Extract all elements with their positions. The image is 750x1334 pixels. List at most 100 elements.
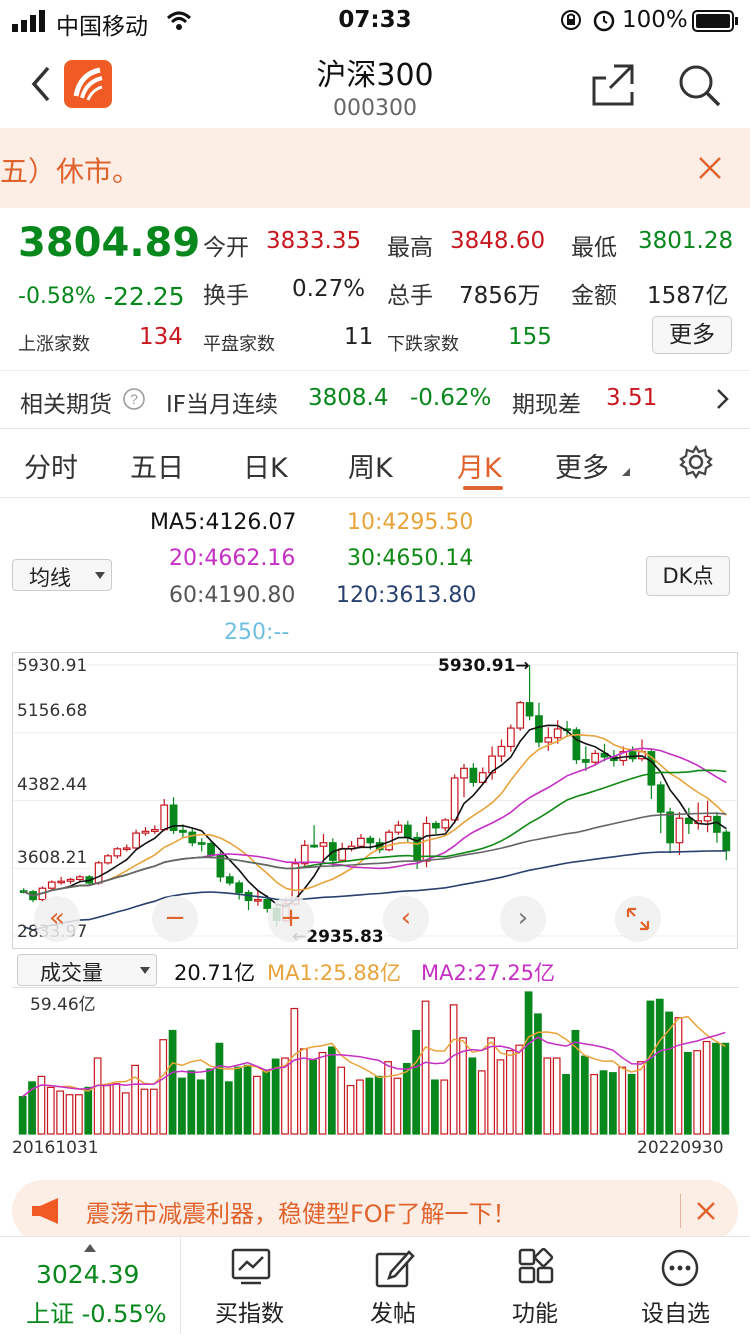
ma10-value: 10:4295.50 <box>347 510 474 535</box>
chevron-right-icon <box>717 389 729 409</box>
scroll-start-button[interactable]: « <box>34 896 80 942</box>
more-button[interactable]: 更多 <box>652 316 732 354</box>
triangle-down-icon <box>622 468 630 476</box>
basis-label: 期现差 <box>512 392 581 418</box>
y-tick-label: 3608.21 <box>17 848 88 868</box>
candle-body <box>422 822 431 862</box>
candle-body <box>460 767 468 779</box>
volume-indicator-selector[interactable]: 成交量 <box>17 954 157 986</box>
candle-body <box>47 881 56 889</box>
decliners-value: 155 <box>508 324 552 350</box>
buy-index-icon[interactable] <box>231 1248 271 1286</box>
candle-body <box>254 898 262 902</box>
close-icon[interactable] <box>696 1201 716 1221</box>
scroll-right-button[interactable]: › <box>500 896 546 942</box>
volume-bar <box>468 1057 477 1135</box>
volume-bar <box>524 991 533 1135</box>
search-icon[interactable] <box>676 62 722 108</box>
zoom-in-button[interactable]: + <box>268 896 314 942</box>
candle-body <box>76 876 84 881</box>
volume-bar <box>356 1079 364 1135</box>
volume-bar <box>712 1042 720 1135</box>
ma30-value: 30:4650.14 <box>347 546 474 571</box>
volume-bar <box>46 1086 55 1135</box>
zoom-out-button[interactable]: − <box>152 896 198 942</box>
volume-bar <box>337 1066 346 1135</box>
candle-body <box>497 745 506 757</box>
volume-bar <box>262 1070 271 1135</box>
candle-body <box>544 737 553 743</box>
dk-point-button[interactable]: DK点 <box>646 556 730 596</box>
related-futures-row[interactable]: 相关期货 ? IF当月连续 3808.4 -0.62% 期现差 3.51 <box>0 370 750 426</box>
volume-bar <box>84 1086 93 1135</box>
tab-weekly-k[interactable]: 周K <box>348 446 393 485</box>
battery-icon <box>692 10 738 32</box>
volume-bar <box>365 1077 374 1135</box>
candle-body <box>225 876 234 884</box>
share-icon[interactable] <box>590 62 636 108</box>
volume-bar <box>93 1057 102 1135</box>
candle-body <box>319 842 328 847</box>
candle-body <box>450 777 459 821</box>
volume-bar <box>618 1066 627 1135</box>
shanghai-index-change[interactable]: 上证 -0.55% <box>26 1294 167 1329</box>
promo-banner[interactable]: 震荡市减震利器，稳健型FOF了解一下！ <box>12 1180 738 1242</box>
bottom-nav-add-watchlist[interactable]: 设自选 <box>641 1294 710 1328</box>
candle-body <box>310 844 318 848</box>
bottom-nav-buy-index[interactable]: 买指数 <box>215 1294 284 1328</box>
close-icon[interactable] <box>698 156 722 180</box>
tab-five-day[interactable]: 五日 <box>130 446 184 485</box>
volume-bar <box>384 1061 392 1135</box>
tab-monthly-k[interactable]: 月K <box>457 446 502 485</box>
apps-icon[interactable] <box>518 1248 556 1286</box>
volume-bar <box>178 1077 186 1135</box>
candle-body <box>553 728 562 739</box>
tab-daily-k[interactable]: 日K <box>243 446 288 485</box>
candle-body <box>104 855 112 864</box>
volume-bar <box>431 1079 439 1135</box>
volume-bar <box>562 1073 570 1135</box>
volume-bar <box>299 1048 308 1135</box>
candle-body <box>132 832 140 849</box>
bottom-nav-post[interactable]: 发帖 <box>370 1294 416 1328</box>
candle-body <box>469 767 478 783</box>
volume-plot[interactable] <box>12 988 738 1136</box>
candle-body <box>432 822 440 829</box>
amount-label: 金额 <box>571 283 617 309</box>
high-marker-label: 5930.91→ <box>438 656 530 676</box>
volume-bar <box>515 1044 524 1135</box>
volume-bar <box>168 1029 177 1135</box>
divider <box>0 428 750 429</box>
fullscreen-button[interactable] <box>615 896 661 942</box>
shanghai-index-price[interactable]: 3024.39 <box>36 1260 139 1289</box>
volume-bar <box>477 1070 486 1135</box>
volume-bar <box>253 1075 261 1135</box>
stock-code: 000300 <box>333 96 417 121</box>
ma5-value: MA5:4126.07 <box>150 510 297 535</box>
bottom-nav-functions[interactable]: 功能 <box>512 1294 558 1328</box>
tab-intraday[interactable]: 分时 <box>24 446 78 485</box>
volume-bar <box>627 1073 636 1135</box>
candle-body <box>366 837 375 844</box>
help-icon[interactable]: ? <box>122 387 146 411</box>
candle-body <box>94 862 103 884</box>
high-value: 3848.60 <box>450 228 546 254</box>
alarm-icon <box>593 10 615 32</box>
compose-icon[interactable] <box>375 1248 415 1288</box>
candle-body <box>179 829 187 833</box>
turnover-value: 0.27% <box>292 276 366 302</box>
megaphone-icon <box>32 1198 58 1224</box>
more-dots-icon[interactable] <box>660 1248 700 1288</box>
candle-body <box>581 758 590 763</box>
ma-selector[interactable]: 均线 <box>12 559 112 591</box>
y-tick-label: 5930.91 <box>17 656 88 676</box>
volume-chart[interactable] <box>12 987 738 1135</box>
status-bar: 中国移动 07:33 100% <box>0 0 750 42</box>
volume-bar <box>646 1000 655 1135</box>
gear-icon[interactable] <box>678 444 714 480</box>
scroll-left-button[interactable]: ‹ <box>383 896 429 942</box>
volume-ma1: MA1:25.88亿 <box>267 961 402 985</box>
futures-name: IF当月连续 <box>166 392 279 418</box>
volume-bar <box>580 1055 589 1135</box>
tab-more[interactable]: 更多 <box>555 446 609 485</box>
